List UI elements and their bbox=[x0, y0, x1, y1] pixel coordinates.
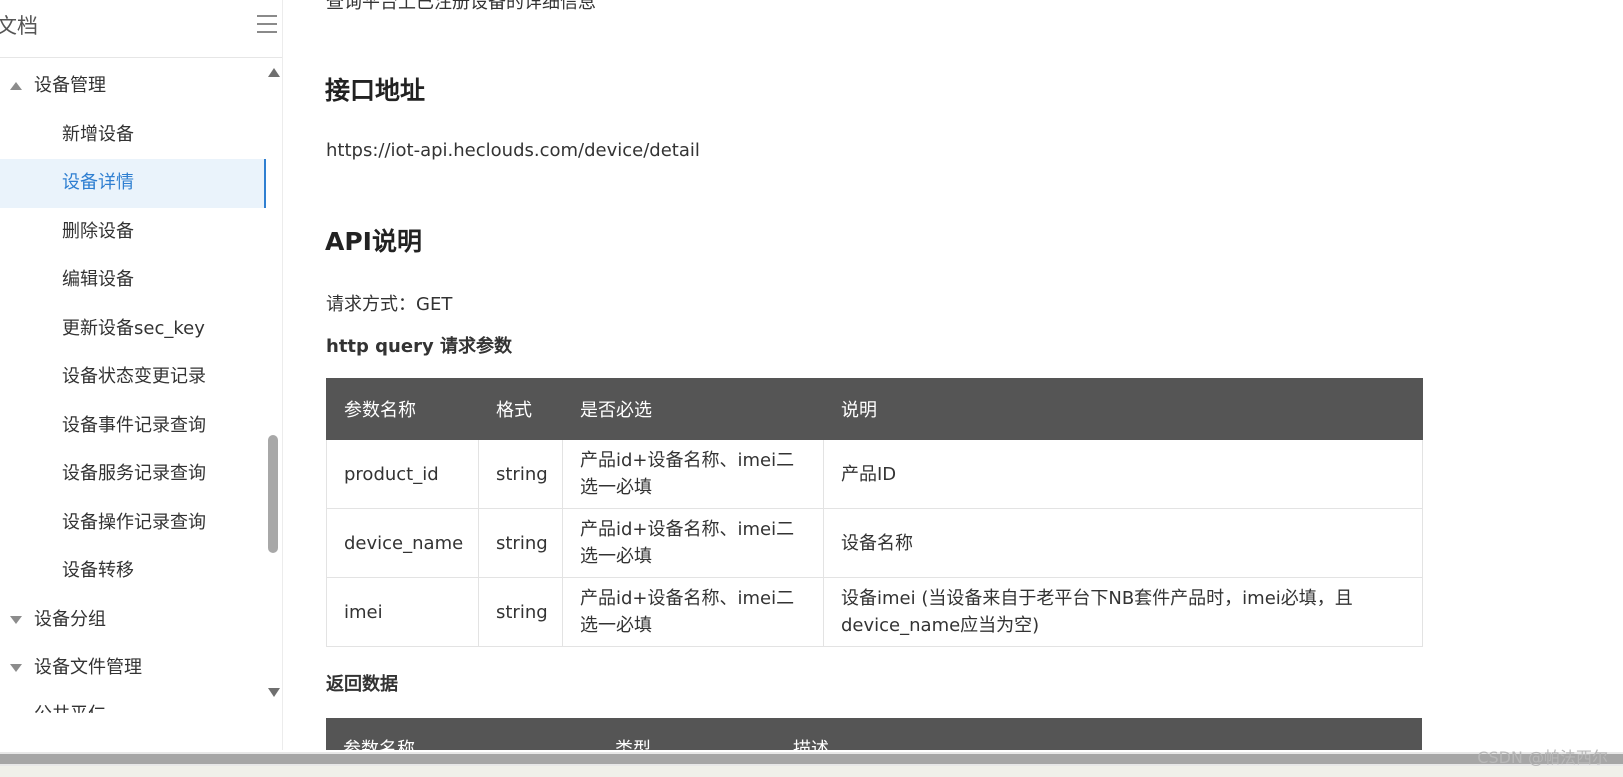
nav-item-device-file-management[interactable]: 设备文件管理 bbox=[0, 644, 266, 693]
table-header-cell: 参数名称 bbox=[326, 378, 479, 440]
hamburger-menu-icon[interactable] bbox=[257, 15, 277, 33]
nav-item-device-detail[interactable]: 设备详情 bbox=[0, 159, 266, 208]
nav-item-label: 编辑设备 bbox=[62, 269, 134, 290]
table-cell: string bbox=[478, 439, 563, 509]
table-cell: 产品id+设备名称、imei二选一必填 bbox=[562, 508, 824, 578]
table-cell: 产品id+设备名称、imei二选一必填 bbox=[562, 439, 824, 509]
nav-item-label: 设备分组 bbox=[34, 608, 106, 630]
collapse-triangle-icon bbox=[10, 82, 22, 91]
table-header-cell: 说明 bbox=[823, 378, 1423, 440]
nav-item-label: 设备管理 bbox=[34, 75, 106, 96]
scroll-up-arrow-icon[interactable] bbox=[268, 68, 280, 77]
nav-item-operation-log-query[interactable]: 设备操作记录查询 bbox=[0, 499, 266, 548]
table-header-cell: 参数名称 bbox=[326, 718, 598, 750]
expand-triangle-icon bbox=[10, 615, 22, 624]
nav-item-service-log-query[interactable]: 设备服务记录查询 bbox=[0, 450, 266, 499]
query-params-heading: http query 请求参数 bbox=[326, 336, 512, 357]
sidebar-scrollbar-thumb[interactable] bbox=[268, 435, 278, 553]
table-cell: string bbox=[478, 577, 563, 647]
scroll-down-arrow-icon[interactable] bbox=[268, 688, 280, 697]
table-cell: string bbox=[478, 508, 563, 578]
table-header-row: 参数名称 格式 是否必选 说明 bbox=[326, 378, 1423, 440]
table-row: product_id string 产品id+设备名称、imei二选一必填 产品… bbox=[326, 439, 1423, 509]
nav-item-label: 公共平仁 bbox=[34, 704, 106, 713]
nav-item-device-management[interactable]: 设备管理 bbox=[0, 62, 266, 111]
expand-triangle-icon bbox=[10, 664, 22, 673]
table-header-row: 参数名称 类型 描述 bbox=[326, 718, 1422, 750]
nav-item-label: 设备文件管理 bbox=[34, 657, 142, 678]
table-cell: 产品id+设备名称、imei二选一必填 bbox=[562, 577, 824, 647]
sidebar: 文档 设备管理 新增设备 设备详情 删除设备 编辑设备 更新设备sec_key … bbox=[0, 0, 283, 750]
sidebar-title: 文档 bbox=[0, 14, 38, 38]
nav-item-edit-device[interactable]: 编辑设备 bbox=[0, 256, 266, 305]
nav-item-add-device[interactable]: 新增设备 bbox=[0, 111, 266, 160]
nav-item-update-sec-key[interactable]: 更新设备sec_key bbox=[0, 305, 266, 354]
table-header-cell: 是否必选 bbox=[562, 378, 824, 440]
return-data-heading: 返回数据 bbox=[326, 674, 398, 695]
table-header-cell: 格式 bbox=[478, 378, 563, 440]
request-method: 请求方式：GET bbox=[326, 294, 453, 315]
table-header-cell: 类型 bbox=[598, 718, 776, 750]
return-table: 参数名称 类型 描述 bbox=[326, 718, 1422, 750]
nav-item-partial[interactable]: 公共平仁 bbox=[0, 693, 266, 713]
table-cell: imei bbox=[326, 577, 479, 647]
nav-item-device-transfer[interactable]: 设备转移 bbox=[0, 547, 266, 596]
endpoint-url: https://iot-api.heclouds.com/device/deta… bbox=[326, 140, 700, 161]
nav-item-label: 新增设备 bbox=[62, 123, 134, 145]
sidebar-scrollbar[interactable] bbox=[266, 62, 282, 700]
nav-item-label: 设备状态变更记录 bbox=[62, 366, 206, 387]
nav-item-label: 更新设备sec_key bbox=[62, 317, 205, 339]
api-heading: API说明 bbox=[325, 227, 422, 256]
nav-item-label: 设备详情 bbox=[62, 172, 134, 193]
table-row: device_name string 产品id+设备名称、imei二选一必填 设… bbox=[326, 508, 1423, 578]
bottom-strip bbox=[0, 766, 1623, 777]
nav-item-label: 设备事件记录查询 bbox=[62, 414, 206, 436]
sidebar-nav: 设备管理 新增设备 设备详情 删除设备 编辑设备 更新设备sec_key 设备状… bbox=[0, 62, 266, 713]
main-content: 查询平台上已注册设备的详细信息 接口地址 https://iot-api.hec… bbox=[283, 0, 1623, 750]
page: 文档 设备管理 新增设备 设备详情 删除设备 编辑设备 更新设备sec_key … bbox=[0, 0, 1623, 777]
watermark: CSDN @帕法西尔 bbox=[1477, 748, 1608, 767]
nav-item-label: 设备转移 bbox=[62, 560, 134, 581]
params-table: 参数名称 格式 是否必选 说明 product_id string 产品id+设… bbox=[326, 378, 1423, 647]
nav-item-delete-device[interactable]: 删除设备 bbox=[0, 208, 266, 257]
table-header-cell: 描述 bbox=[776, 718, 1422, 750]
table-row: imei string 产品id+设备名称、imei二选一必填 设备imei (… bbox=[326, 577, 1423, 647]
horizontal-scrollbar-thumb[interactable] bbox=[0, 754, 1623, 764]
nav-item-label: 设备服务记录查询 bbox=[62, 463, 206, 484]
sidebar-header: 文档 bbox=[0, 0, 282, 58]
endpoint-heading: 接口地址 bbox=[325, 76, 426, 105]
nav-item-label: 设备操作记录查询 bbox=[62, 511, 206, 533]
horizontal-scrollbar[interactable] bbox=[0, 752, 1623, 766]
nav-item-label: 删除设备 bbox=[62, 220, 134, 242]
nav-item-status-change-log[interactable]: 设备状态变更记录 bbox=[0, 353, 266, 402]
table-cell: 设备imei (当设备来自于老平台下NB套件产品时，imei必填，且device… bbox=[823, 577, 1423, 647]
nav-item-event-log-query[interactable]: 设备事件记录查询 bbox=[0, 402, 266, 451]
table-cell: 产品ID bbox=[823, 439, 1423, 509]
table-cell: product_id bbox=[326, 439, 479, 509]
nav-item-device-group[interactable]: 设备分组 bbox=[0, 596, 266, 645]
intro-text: 查询平台上已注册设备的详细信息 bbox=[326, 0, 596, 13]
table-cell: device_name bbox=[326, 508, 479, 578]
table-cell: 设备名称 bbox=[823, 508, 1423, 578]
